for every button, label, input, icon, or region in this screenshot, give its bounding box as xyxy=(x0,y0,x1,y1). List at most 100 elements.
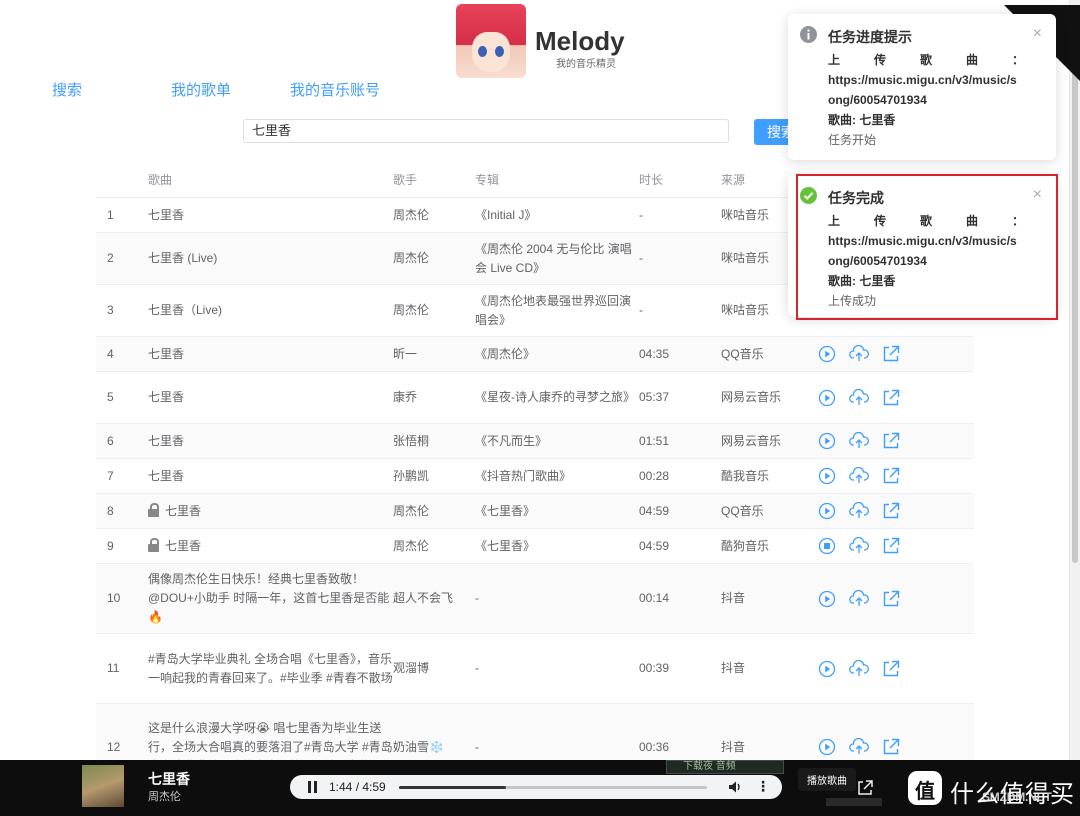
row-album: 《周杰伦地表最强世界巡回演唱会》 xyxy=(475,293,632,327)
row-source: 网易云音乐 xyxy=(721,433,782,448)
search-input[interactable] xyxy=(243,119,729,143)
header-album: 专辑 xyxy=(475,173,500,187)
table-row[interactable]: 5 七里香 康乔 《星夜-诗人康乔的寻梦之旅》 05:37 网易云音乐 xyxy=(96,371,974,424)
row-artist: 康乔 xyxy=(393,390,418,404)
stop-icon[interactable] xyxy=(818,537,836,555)
player-artist: 周杰伦 xyxy=(148,791,181,803)
row-duration: 05:37 xyxy=(639,390,670,404)
row-artist: 周杰伦 xyxy=(393,538,430,553)
upload-icon[interactable] xyxy=(849,345,869,363)
table-row[interactable]: 10 偶像周杰伦生日快乐！经典七里香致敬！@DOU+小助手 时隔一年，这首七里香是… xyxy=(96,563,974,634)
row-actions xyxy=(818,467,974,485)
row-song: #青岛大学毕业典礼 全场合唱《七里香》，音乐一响起我的青春回来了。#毕业季 #青… xyxy=(148,634,393,704)
upload-icon[interactable] xyxy=(849,659,869,678)
row-actions xyxy=(818,388,974,407)
row-song: 七里香 xyxy=(148,424,393,459)
row-album: - xyxy=(475,591,479,605)
external-link-icon[interactable] xyxy=(882,738,900,756)
row-artist: 周杰伦 xyxy=(393,251,430,265)
nav-search[interactable]: 搜索 xyxy=(52,79,82,100)
row-artist: 周杰伦 xyxy=(393,503,430,518)
lock-icon xyxy=(148,537,159,552)
upload-icon[interactable] xyxy=(849,467,869,485)
upload-icon[interactable] xyxy=(849,589,869,608)
external-link-icon[interactable] xyxy=(882,345,900,363)
table-row[interactable]: 7 七里香 孙鹏凯 《抖音热门歌曲》 00:28 酷我音乐 xyxy=(96,458,974,494)
nav-my-account[interactable]: 我的音乐账号 xyxy=(290,79,380,100)
external-link-icon[interactable] xyxy=(856,779,874,797)
row-index: 1 xyxy=(107,207,114,222)
play-icon[interactable] xyxy=(818,467,836,485)
row-song-title: 七里香 (Live) xyxy=(148,251,218,265)
external-link-icon[interactable] xyxy=(882,502,900,520)
row-song: 七里香 xyxy=(148,337,393,372)
avatar-eye-right xyxy=(495,46,504,57)
audio-player[interactable]: 1:44 / 4:59 ⋮ xyxy=(290,775,782,799)
table-row[interactable]: 4 七里香 昕一 《周杰伦》 04:35 QQ音乐 xyxy=(96,336,974,372)
row-actions-cell xyxy=(818,372,974,424)
table-row[interactable]: 11 #青岛大学毕业典礼 全场合唱《七里香》，音乐一响起我的青春回来了。#毕业季 … xyxy=(96,633,974,704)
nav-my-playlist[interactable]: 我的歌单 xyxy=(171,79,231,100)
row-index: 2 xyxy=(107,251,114,265)
upload-icon[interactable] xyxy=(849,432,869,450)
page-scrollbar[interactable] xyxy=(1069,0,1080,760)
tooltip: 播放歌曲 xyxy=(798,768,856,791)
header-index xyxy=(96,162,148,198)
play-icon[interactable] xyxy=(818,590,836,608)
external-link-icon[interactable] xyxy=(882,389,900,407)
row-actions-cell xyxy=(818,529,974,564)
more-options-icon[interactable]: ⋮ xyxy=(756,779,770,793)
scrollbar-thumb[interactable] xyxy=(1072,8,1078,563)
play-icon[interactable] xyxy=(818,389,836,407)
row-song-title: 七里香（Live) xyxy=(148,303,223,317)
row-artist: 观溜博 xyxy=(393,661,430,675)
pause-icon[interactable] xyxy=(307,781,318,793)
play-icon[interactable] xyxy=(818,738,836,756)
play-icon[interactable] xyxy=(818,432,836,450)
notification-status: 任务开始 xyxy=(828,133,877,147)
row-duration: 00:14 xyxy=(639,591,670,605)
row-artist: 昕一 xyxy=(393,346,418,361)
close-icon[interactable]: × xyxy=(1033,26,1042,42)
upload-icon[interactable] xyxy=(849,388,869,407)
external-link-icon[interactable] xyxy=(882,467,900,485)
upload-icon[interactable] xyxy=(849,502,869,520)
row-index: 9 xyxy=(107,538,114,553)
external-link-icon[interactable] xyxy=(882,537,900,555)
external-link-icon[interactable] xyxy=(882,432,900,450)
row-artist: 超人不会飞 xyxy=(393,591,454,605)
play-icon[interactable] xyxy=(818,345,836,363)
row-source: 网易云音乐 xyxy=(721,390,782,404)
row-actions-cell xyxy=(818,634,974,704)
tooltip-pointer xyxy=(826,798,882,806)
row-source: QQ音乐 xyxy=(721,346,764,361)
external-link-icon[interactable] xyxy=(882,590,900,608)
play-icon[interactable] xyxy=(818,502,836,520)
progress-fill xyxy=(399,786,507,789)
row-song-title: 七里香 xyxy=(148,207,185,222)
play-icon[interactable] xyxy=(818,660,836,678)
row-duration: - xyxy=(639,303,643,317)
notification-label: 上传歌曲： xyxy=(828,53,1024,67)
notification-title: 任务进度提示 xyxy=(828,29,912,45)
row-song: 七里香 xyxy=(148,494,393,529)
row-duration: 00:39 xyxy=(639,661,670,675)
avatar-eye-left xyxy=(478,46,487,57)
table-row[interactable]: 8 七里香 周杰伦 《七里香》 04:59 QQ音乐 xyxy=(96,493,974,529)
download-bar[interactable]: 下载夜 音频 xyxy=(666,760,784,774)
progress-track[interactable] xyxy=(399,786,707,789)
row-source: 抖音 xyxy=(721,591,746,605)
row-song-title: 七里香 xyxy=(165,538,202,553)
player-bar: 七里香 周杰伦 下载夜 音频 1:44 / 4:59 ⋮ 播放歌曲 什么值得买 … xyxy=(0,760,1080,816)
row-actions-cell xyxy=(818,494,974,529)
row-actions-cell xyxy=(818,459,974,494)
lock-icon xyxy=(148,502,159,517)
table-row[interactable]: 6 七里香 张悟桐 《不凡而生》 01:51 网易云音乐 xyxy=(96,423,974,459)
volume-icon[interactable] xyxy=(728,780,742,794)
external-link-icon[interactable] xyxy=(882,660,900,678)
table-row[interactable]: 9 七里香 周杰伦 《七里香》 04:59 酷狗音乐 xyxy=(96,528,974,564)
upload-icon[interactable] xyxy=(849,537,869,555)
upload-icon[interactable] xyxy=(849,738,869,756)
row-actions xyxy=(818,502,974,520)
row-index: 6 xyxy=(107,433,114,448)
